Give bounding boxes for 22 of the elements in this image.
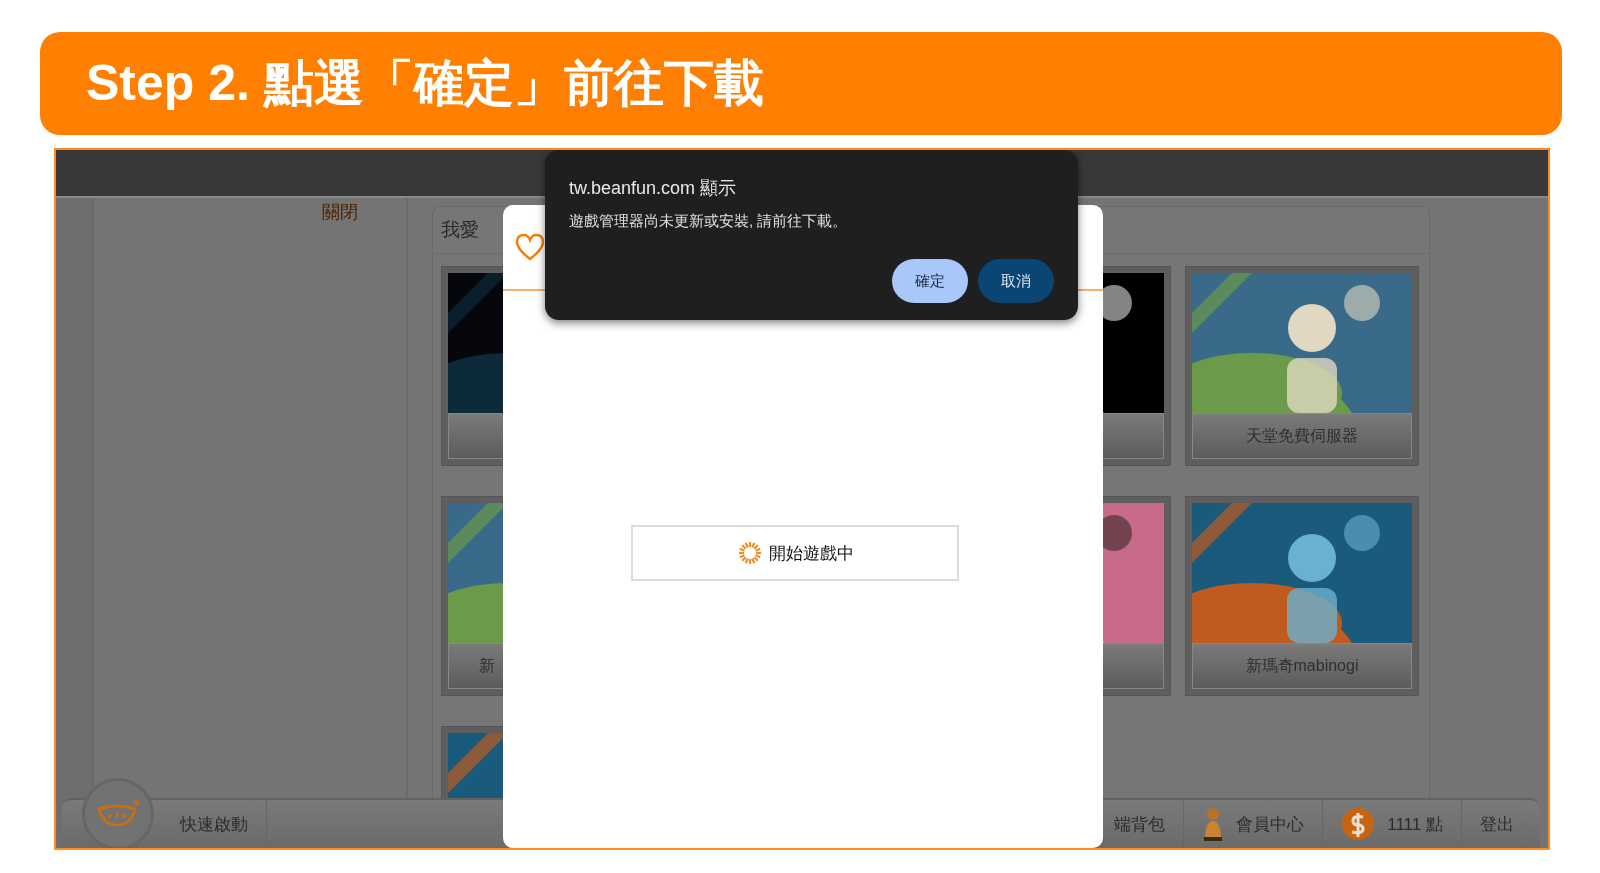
- step-title: Step 2. 點選「確定」前往下載: [86, 54, 764, 113]
- game-card[interactable]: 新瑪奇mabinogi: [1185, 496, 1419, 696]
- section-title: 我愛: [441, 218, 479, 242]
- person-icon: [1202, 807, 1225, 841]
- game-title: 天堂免費伺服器: [1192, 413, 1412, 459]
- bar-link[interactable]: 登出: [1480, 812, 1514, 836]
- game-title: 新瑪奇mabinogi: [1192, 643, 1412, 689]
- fruit-slice-icon: [95, 799, 141, 829]
- alert-title: tw.beanfun.com 顯示: [569, 177, 738, 200]
- bar-link[interactable]: 端背包: [1114, 812, 1166, 836]
- cancel-button[interactable]: 取消: [978, 259, 1054, 303]
- heart-icon: [515, 233, 545, 261]
- bar-link[interactable]: 會員中心: [1236, 812, 1305, 836]
- alert-message: 遊戲管理器尚未更新或安裝, 請前往下載。: [569, 212, 849, 231]
- bar-link[interactable]: 1111 點: [1387, 812, 1443, 836]
- game-card[interactable]: 天堂免費伺服器: [1185, 266, 1419, 466]
- bar-link[interactable]: 快速啟動: [180, 812, 248, 836]
- confirm-button[interactable]: 確定: [892, 259, 968, 303]
- spinner-icon: [736, 540, 763, 566]
- coin-icon: [1341, 807, 1376, 841]
- loading-text: 開始遊戲中: [768, 542, 854, 565]
- close-link[interactable]: 關閉: [322, 200, 358, 224]
